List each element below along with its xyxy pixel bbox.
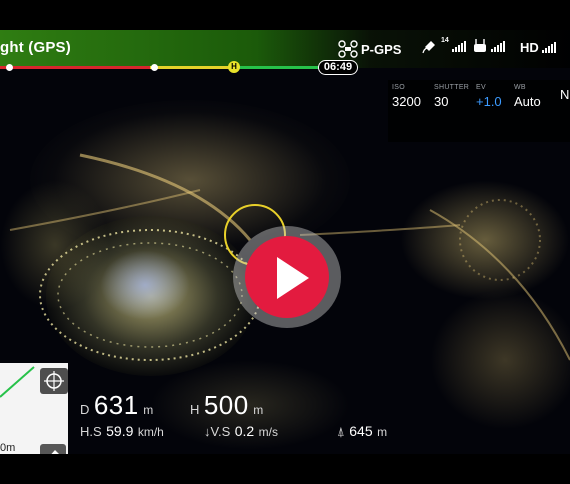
battery-timeline: H <box>0 61 340 73</box>
vspeed-value: 0.2 <box>234 423 255 439</box>
play-icon <box>277 257 309 299</box>
satellite-icon <box>422 41 435 54</box>
satellite-count: 14 <box>441 36 449 44</box>
recenter-button[interactable] <box>40 368 68 394</box>
vertical-speed-readout: ↓V.S 0.2 m/s <box>204 423 278 441</box>
eraser-icon <box>51 450 59 454</box>
vspeed-label: V.S <box>210 424 231 439</box>
height-value: 500 <box>203 390 249 420</box>
remote-controller-icon <box>474 39 486 52</box>
video-link-status[interactable]: HD <box>520 40 556 55</box>
camera-settings-panel[interactable]: ISO 3200 SHUTTER 30 EV +1.0 WB Auto N <box>388 80 570 142</box>
extra-setting[interactable]: N <box>560 84 569 102</box>
flight-time-remaining: 06:49 <box>318 60 358 75</box>
wb-label: WB <box>514 84 526 91</box>
satellite-signal-bars <box>451 40 466 52</box>
wb-value: Auto <box>514 94 541 109</box>
map-scale: 0m <box>0 442 16 454</box>
home-point-icon: H <box>228 61 240 73</box>
satellite-status[interactable]: 14 <box>422 36 466 54</box>
rc-signal-bars <box>491 40 505 52</box>
hspeed-label: H.S <box>80 424 102 439</box>
camera-view: ISO 3200 SHUTTER 30 EV +1.0 WB Auto N 0m <box>0 30 570 454</box>
hspeed-unit: km/h <box>137 425 164 439</box>
positioning-status[interactable]: P-GPS <box>338 40 401 58</box>
iso-label: ISO <box>392 84 405 91</box>
flight-mode[interactable]: ght (GPS) <box>0 39 71 56</box>
height-readout: H 500 m <box>190 390 263 421</box>
drone-icon <box>338 40 358 58</box>
shutter-label: SHUTTER <box>434 84 470 91</box>
iso-setting[interactable]: ISO 3200 <box>392 84 421 109</box>
battery-critical-segment <box>0 66 150 69</box>
clear-path-button[interactable] <box>40 444 66 454</box>
remote-controller-status[interactable] <box>472 38 505 54</box>
ev-setting[interactable]: EV +1.0 <box>476 84 502 109</box>
ev-value: +1.0 <box>476 94 502 109</box>
altitude-readout: ⍋ 645 m <box>337 423 387 441</box>
positioning-label: P-GPS <box>361 41 402 57</box>
distance-unit: m <box>143 403 154 417</box>
extra-value: N <box>560 87 570 102</box>
distance-value: 631 <box>93 390 139 420</box>
battery-low-segment <box>150 66 232 69</box>
distance-readout: D 631 m <box>80 390 153 421</box>
shutter-value: 30 <box>434 94 449 109</box>
altitude-icon: ⍋ <box>337 424 345 439</box>
iso-value: 3200 <box>392 94 421 109</box>
low-battery-marker <box>151 64 158 71</box>
hspeed-value: 59.9 <box>106 423 134 439</box>
landing-marker <box>6 64 13 71</box>
horizontal-speed-readout: H.S 59.9 km/h <box>80 423 164 441</box>
status-bar: ght (GPS) P-GPS 14 HD H 06:49 <box>0 30 570 75</box>
altitude-unit: m <box>377 425 388 439</box>
height-label: H <box>190 402 200 417</box>
height-unit: m <box>253 403 264 417</box>
shutter-setting[interactable]: SHUTTER 30 <box>434 84 469 109</box>
vspeed-unit: m/s <box>258 425 278 439</box>
distance-label: D <box>80 402 90 417</box>
video-signal-bars <box>541 42 556 53</box>
battery-normal-segment <box>232 66 320 69</box>
wb-setting[interactable]: WB Auto <box>514 84 541 109</box>
altitude-value: 645 <box>349 423 373 439</box>
crosshair-icon <box>44 371 64 391</box>
ev-label: EV <box>476 84 486 91</box>
video-link-label: HD <box>520 40 539 55</box>
